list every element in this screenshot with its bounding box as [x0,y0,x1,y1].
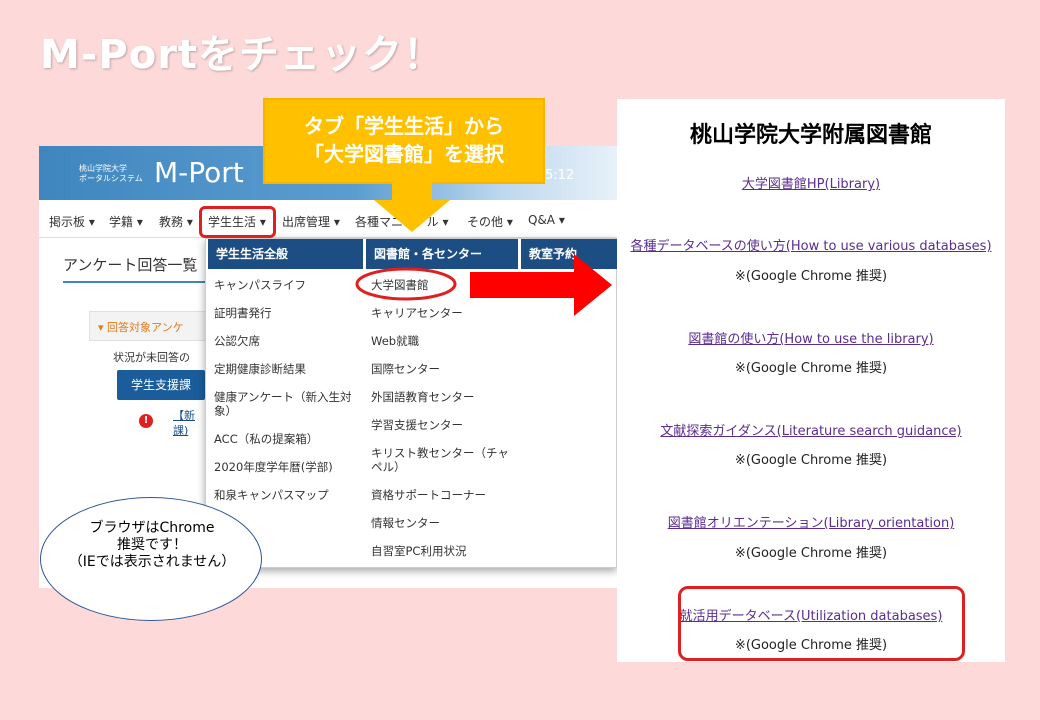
chrome-note: ※(Google Chrome 推奨) [734,546,888,561]
red-arrow-icon [470,254,612,316]
menu-health-check[interactable]: 定期健康診断結果 [214,362,306,376]
menu-health-survey[interactable]: 健康アンケート（新入生対象） [214,390,359,418]
chrome-note: ※(Google Chrome 推奨) [734,361,888,376]
menu-other[interactable]: その他 ▾ [467,213,513,230]
portal-logo-subtitle: 桃山学院大学 ポータルシステム [79,164,143,184]
callout-text: タブ「学生生活」から 「大学図書館」を選択 [265,112,543,168]
link-databases[interactable]: 各種データベースの使い方(How to use various database… [617,235,1005,254]
library-title: 桃山学院大学附属図書館 [689,123,932,148]
menu-izumi-map[interactable]: 和泉キャンパスマップ [214,488,329,502]
menu-gakuseki[interactable]: 学籍 ▾ [109,213,143,230]
menu-acc[interactable]: ACC（私の提案箱） [214,432,318,446]
menu-international-center[interactable]: 国際センター [371,362,440,376]
menu-learning-support[interactable]: 学習支援センター [371,418,463,432]
menu-campus-life[interactable]: キャンパスライフ [214,278,306,292]
menu-attendance[interactable]: 出席管理 ▾ [282,213,340,230]
alert-icon: ! [139,414,153,428]
menu-christian-center[interactable]: キリスト教センター（チャペル） [371,446,516,474]
callout-line-1: タブ「学生生活」から [304,114,504,138]
menu-study-room-pc[interactable]: 自習室PC利用状況 [371,544,466,558]
dropdown-header-general: 学生生活全般 [208,239,363,269]
highlight-utilization-db [678,586,965,661]
callout-line-2: 「大学図書館」を選択 [304,142,504,166]
alert-line-1: 【新 [173,409,195,422]
highlight-library-oval [355,267,457,301]
portal-clock: 5:12 [545,168,575,183]
bubble-line-3: （IEでは表示されません） [68,554,236,570]
page-heading: アンケート回答一覧 [63,254,213,283]
menu-keijiban[interactable]: 掲示板 ▾ [49,213,95,230]
menu-calendar[interactable]: 2020年度学年暦(学部) [214,460,333,474]
menu-language-center[interactable]: 外国語教育センター [371,390,475,404]
menu-official-absence[interactable]: 公認欠席 [214,334,260,348]
portal-logo[interactable]: M-Port [154,156,244,189]
link-literature-search[interactable]: 文献探索ガイダンス(Literature search guidance) [617,420,1005,439]
menu-info-center[interactable]: 情報センター [371,516,440,530]
bubble-line-1: ブラウザはChrome [89,520,215,536]
bubble-line-2: 推奨です！ [117,537,187,553]
link-how-to-use-library[interactable]: 図書館の使い方(How to use the library) [617,328,1005,347]
alert-link[interactable]: 【新 課) [173,408,195,438]
logo-line-2: ポータルシステム [79,174,143,183]
menu-qa[interactable]: Q&A ▾ [528,213,565,227]
callout-arrow-icon [374,182,450,232]
logo-line-1: 桃山学院大学 [79,164,127,173]
bubble-text: ブラウザはChrome 推奨です！ （IEでは表示されません） [41,520,263,571]
link-library-hp[interactable]: 大学図書館HP(Library) [617,173,1005,192]
menu-certificate[interactable]: 証明書発行 [214,306,272,320]
slide-title: M-Portをチェック！ [40,32,445,78]
chrome-note: ※(Google Chrome 推奨) [734,269,888,284]
portal-menubar: 掲示板 ▾ 学籍 ▾ 教務 ▾ 学生生活 ▾ 出席管理 ▾ 各種マニュアル ▾ … [39,204,617,238]
instruction-callout: タブ「学生生活」から 「大学図書館」を選択 [263,98,545,184]
highlight-student-life-tab [199,206,276,238]
survey-label: ▾ 回答対象アンケ [98,321,184,334]
library-page: 桃山学院大学附属図書館 大学図書館HP(Library) 各種データベースの使い… [617,99,1005,662]
menu-web-job[interactable]: Web就職 [371,334,419,348]
student-support-button[interactable]: 学生支援課 [117,370,205,400]
link-orientation[interactable]: 図書館オリエンテーション(Library orientation) [617,512,1005,531]
menu-kyomu[interactable]: 教務 ▾ [159,213,193,230]
menu-career-center[interactable]: キャリアセンター [371,306,463,320]
menu-qualification-support[interactable]: 資格サポートコーナー [371,488,486,502]
status-text: 状況が未回答の [113,351,190,364]
survey-panel[interactable]: ▾ 回答対象アンケ [89,311,219,341]
chrome-note: ※(Google Chrome 推奨) [734,453,888,468]
alert-line-2: 課) [173,424,189,437]
chrome-note-bubble: ブラウザはChrome 推奨です！ （IEでは表示されません） [40,497,262,621]
dropdown-col-general: 学生生活全般 [208,239,363,269]
